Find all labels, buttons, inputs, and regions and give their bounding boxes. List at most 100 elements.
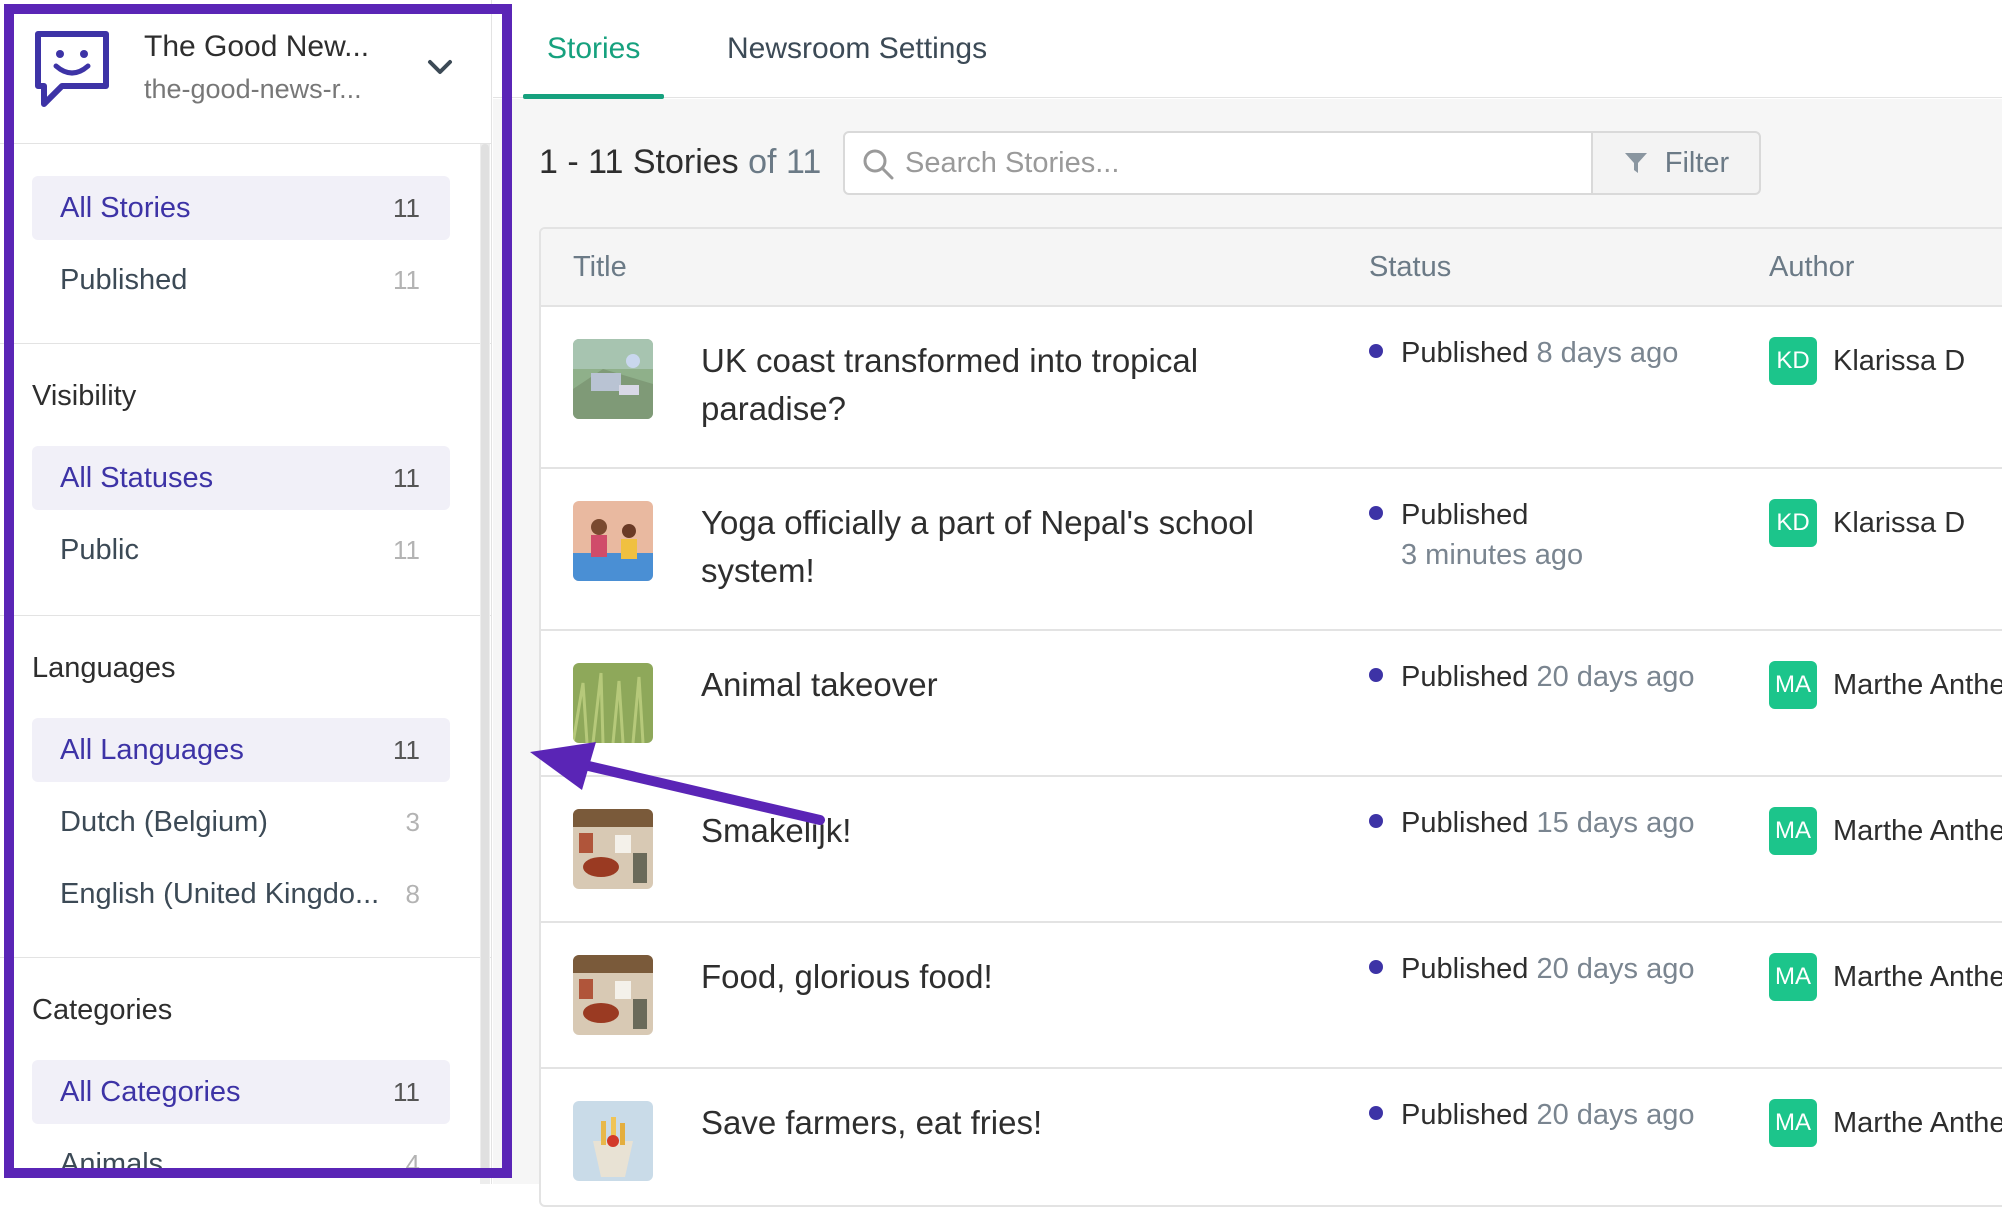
table-row[interactable]: Save farmers, eat fries! Published 20 da… xyxy=(541,1069,2002,1205)
sidebar-item-public[interactable]: Public 11 xyxy=(32,518,450,582)
author-name: Marthe Anthe xyxy=(1833,668,2002,701)
stories-table: Title Status Author UK coast transformed… xyxy=(539,227,2002,1207)
top-tab-bar: Stories Newsroom Settings xyxy=(493,0,2002,99)
author-name: Marthe Anthe xyxy=(1833,960,2002,993)
story-title[interactable]: Animal takeover xyxy=(701,661,1321,709)
status-time: 20 days ago xyxy=(1536,661,1695,693)
story-title[interactable]: Smakelijk! xyxy=(701,807,1321,855)
sidebar-item-label: Public xyxy=(60,533,139,566)
status-label: Published xyxy=(1401,661,1529,693)
status-dot-icon xyxy=(1369,814,1383,829)
status-label: Published xyxy=(1401,499,1529,531)
status-label: Published xyxy=(1401,337,1529,369)
sidebar-item-label: All Categories xyxy=(60,1075,241,1108)
sidebar-filter-list: All Stories 11 Published 11 Visibility A… xyxy=(0,144,492,1184)
sidebar-item-count: 11 xyxy=(393,734,420,765)
story-thumbnail xyxy=(573,809,653,889)
status-label: Published xyxy=(1401,953,1529,985)
avatar: MA xyxy=(1769,1099,1817,1147)
sidebar-item-count: 11 xyxy=(393,264,420,295)
story-author: MA Marthe Anthe xyxy=(1769,953,2002,1001)
languages-filter-section: Languages All Languages 11 Dutch (Belgiu… xyxy=(0,616,492,958)
story-status: Published 20 days ago xyxy=(1369,949,1729,989)
tab-stories[interactable]: Stories xyxy=(523,0,665,99)
story-author: MA Marthe Anthe xyxy=(1769,807,2002,855)
sidebar-scrollbar[interactable] xyxy=(480,144,490,1184)
sidebar-item-count: 8 xyxy=(405,878,420,909)
section-heading-languages: Languages xyxy=(32,652,176,684)
search-icon xyxy=(863,149,894,180)
status-dot-icon xyxy=(1369,506,1383,521)
search-box[interactable] xyxy=(843,131,1603,195)
sidebar-item-all-languages[interactable]: All Languages 11 xyxy=(32,718,450,782)
sidebar-item-count: 11 xyxy=(393,1076,420,1107)
status-dot-icon xyxy=(1369,960,1383,975)
section-heading-visibility: Visibility xyxy=(32,380,137,412)
sidebar-item-label: All Statuses xyxy=(60,461,214,494)
table-row[interactable]: UK coast transformed into tropical parad… xyxy=(541,307,2002,469)
avatar: MA xyxy=(1769,661,1817,709)
column-header-author[interactable]: Author xyxy=(1769,251,1854,284)
sidebar-item-all-statuses[interactable]: All Statuses 11 xyxy=(32,446,450,510)
search-input[interactable] xyxy=(905,141,1585,185)
sidebar-item-dutch-belgium[interactable]: Dutch (Belgium) 3 xyxy=(32,790,450,854)
filter-label: Filter xyxy=(1664,146,1730,179)
story-title[interactable]: UK coast transformed into tropical parad… xyxy=(701,337,1321,433)
story-author: KD Klarissa D xyxy=(1769,499,1965,547)
column-header-title[interactable]: Title xyxy=(573,251,627,284)
table-row[interactable]: Yoga officially a part of Nepal's school… xyxy=(541,469,2002,631)
status-label: Published xyxy=(1401,807,1529,839)
sidebar-item-published[interactable]: Published 11 xyxy=(32,248,450,312)
sidebar-item-label: All Languages xyxy=(60,733,244,766)
sidebar-item-label: English (United Kingdo... xyxy=(60,877,380,910)
sidebar-item-label: Dutch (Belgium) xyxy=(60,805,268,838)
story-author: MA Marthe Anthe xyxy=(1769,1099,2002,1147)
status-dot-icon xyxy=(1369,668,1383,683)
status-label: Published xyxy=(1401,1099,1529,1131)
status-time: 20 days ago xyxy=(1536,953,1695,985)
table-row[interactable]: Animal takeover Published 20 days ago MA… xyxy=(541,631,2002,777)
story-status: Published 20 days ago xyxy=(1369,1095,1729,1135)
sidebar-item-all-stories[interactable]: All Stories 11 xyxy=(32,176,450,240)
story-thumbnail xyxy=(573,1101,653,1181)
story-count-total: of 11 xyxy=(748,143,822,181)
table-row[interactable]: Smakelijk! Published 15 days ago MA Mart… xyxy=(541,777,2002,923)
table-header: Title Status Author xyxy=(541,229,2002,307)
newsroom-switcher[interactable]: The Good New... the-good-news-r... xyxy=(0,0,492,144)
story-title[interactable]: Yoga officially a part of Nepal's school… xyxy=(701,499,1321,595)
tab-newsroom-settings[interactable]: Newsroom Settings xyxy=(727,0,987,98)
column-header-status[interactable]: Status xyxy=(1369,251,1451,284)
sidebar-item-all-categories[interactable]: All Categories 11 xyxy=(32,1060,450,1124)
sidebar-item-label: Published xyxy=(60,263,188,296)
sidebar-item-count: 4 xyxy=(405,1148,420,1179)
story-author: MA Marthe Anthe xyxy=(1769,661,2002,709)
sidebar-item-animals[interactable]: Animals 4 xyxy=(32,1132,450,1184)
story-author: KD Klarissa D xyxy=(1769,337,1965,385)
avatar: KD xyxy=(1769,499,1817,547)
filter-funnel-icon xyxy=(1624,153,1647,173)
scrollbar-thumb[interactable] xyxy=(481,144,489,1174)
story-title[interactable]: Food, glorious food! xyxy=(701,953,1321,1001)
status-time: 15 days ago xyxy=(1536,807,1695,839)
status-time: 8 days ago xyxy=(1536,337,1679,369)
sidebar-item-count: 11 xyxy=(393,192,420,223)
story-title[interactable]: Save farmers, eat fries! xyxy=(701,1099,1321,1147)
sidebar-item-english-uk[interactable]: English (United Kingdo... 8 xyxy=(32,862,450,926)
author-name: Klarissa D xyxy=(1833,506,1966,539)
categories-filter-section: Categories All Categories 11 Animals 4 xyxy=(0,958,492,1184)
story-thumbnail xyxy=(573,339,653,419)
chevron-down-icon[interactable] xyxy=(424,54,456,80)
section-heading-categories: Categories xyxy=(32,994,173,1026)
status-time: 20 days ago xyxy=(1536,1099,1695,1131)
newsroom-logo-icon xyxy=(35,31,109,107)
table-row[interactable]: Food, glorious food! Published 20 days a… xyxy=(541,923,2002,1069)
story-thumbnail xyxy=(573,501,653,581)
filter-button[interactable]: Filter xyxy=(1591,131,1761,195)
status-time: 3 minutes ago xyxy=(1401,539,1584,571)
visibility-filter-section: Visibility All Statuses 11 Public 11 xyxy=(0,344,492,616)
status-dot-icon xyxy=(1369,1106,1383,1121)
avatar: MA xyxy=(1769,807,1817,855)
story-thumbnail xyxy=(573,663,653,743)
author-name: Klarissa D xyxy=(1833,344,1966,377)
avatar: MA xyxy=(1769,953,1817,1001)
